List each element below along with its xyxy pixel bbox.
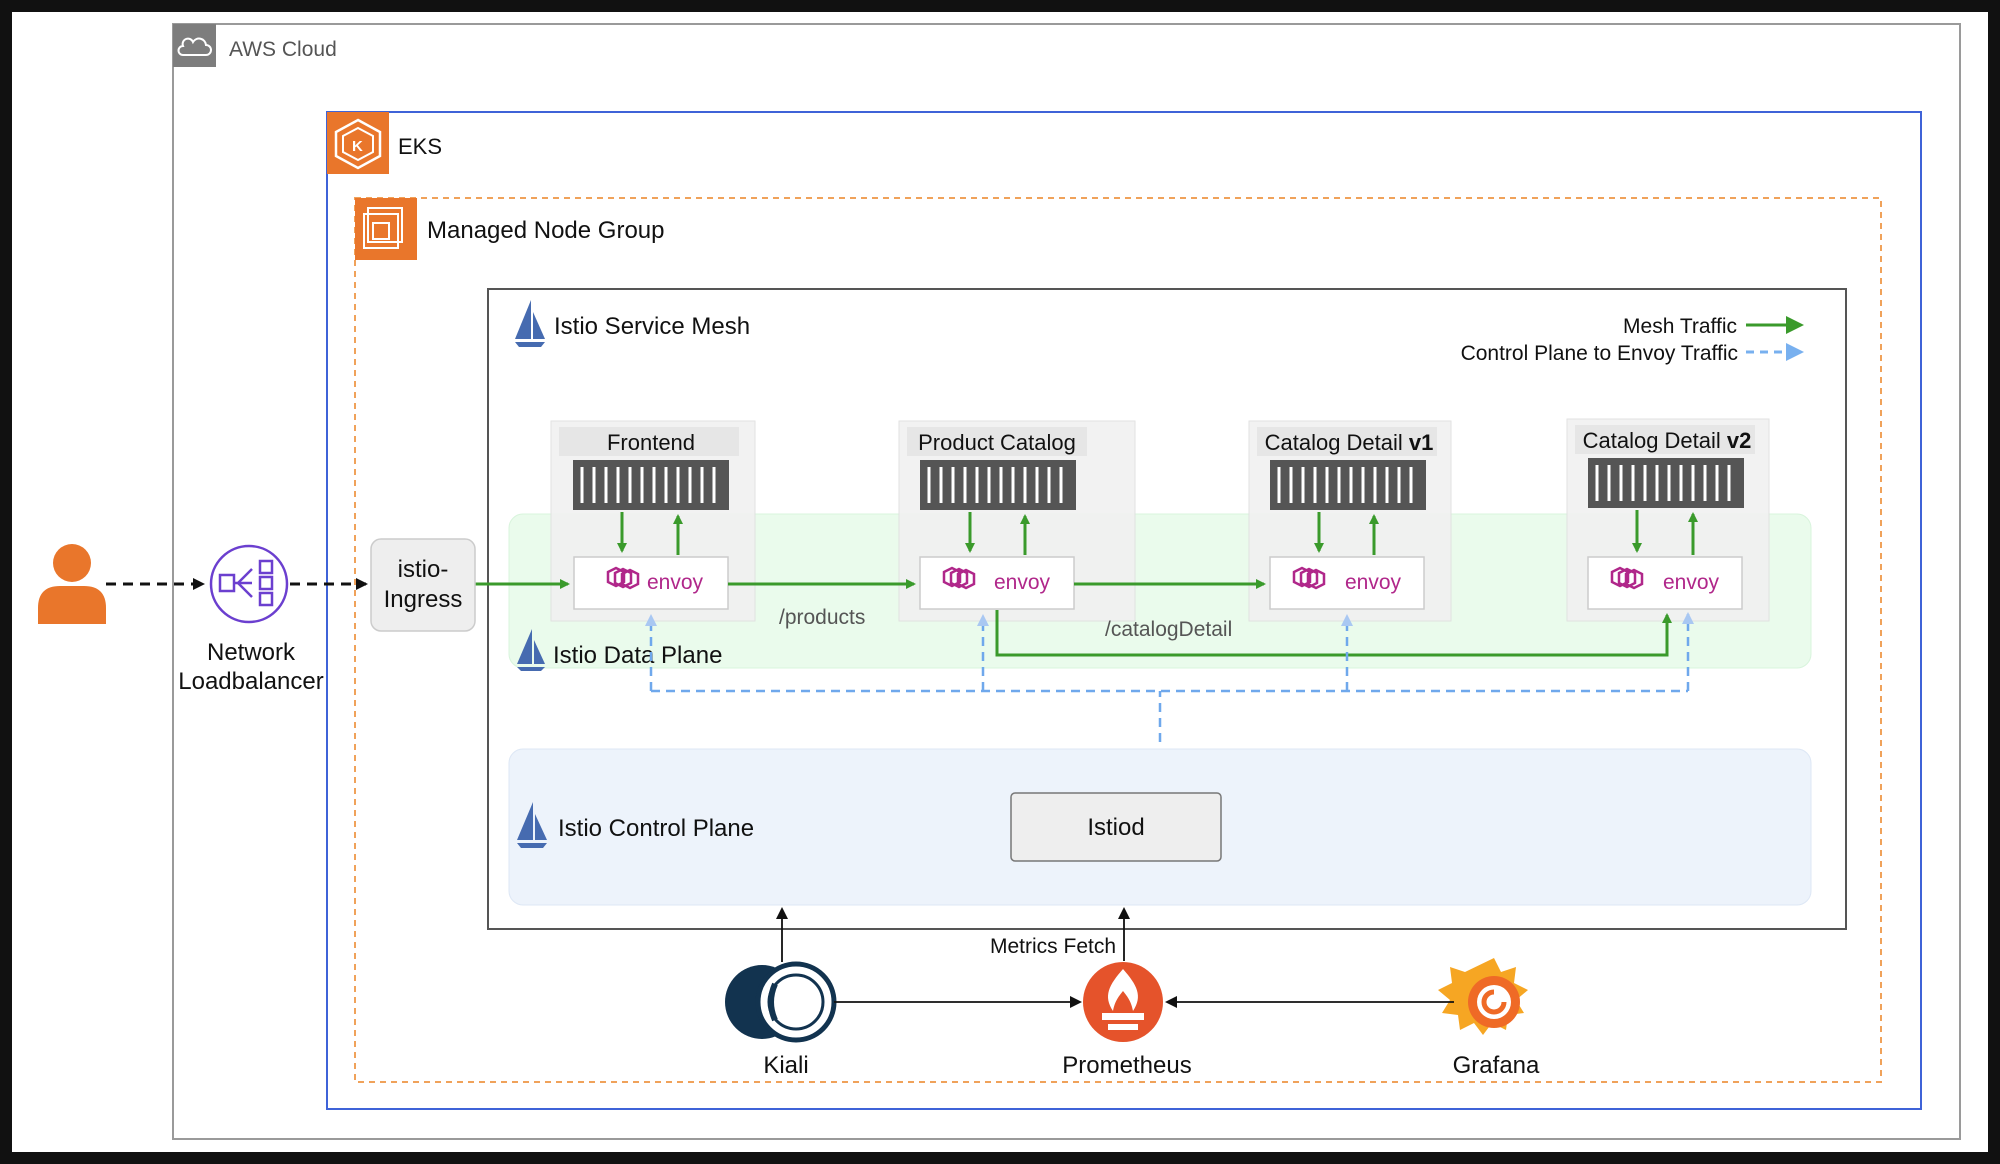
route-catalog-detail-label: /catalogDetail bbox=[1105, 618, 1232, 641]
svg-text:K: K bbox=[352, 138, 363, 155]
network-loadbalancer-icon bbox=[209, 544, 289, 624]
legend-control-traffic-label: Control Plane to Envoy Traffic bbox=[1461, 342, 1738, 365]
container-icon bbox=[1588, 458, 1744, 508]
node-group-icon bbox=[355, 198, 417, 260]
container-icon bbox=[573, 460, 729, 510]
eks-icon: K bbox=[327, 112, 389, 174]
envoy-label: envoy bbox=[1345, 571, 1402, 594]
eks-label: EKS bbox=[398, 134, 442, 159]
data-plane-label: Istio Data Plane bbox=[553, 642, 722, 669]
envoy-product-catalog: envoy bbox=[919, 556, 1075, 610]
istiod-label: Istiod bbox=[1087, 814, 1144, 841]
grafana-icon bbox=[1438, 958, 1528, 1035]
prometheus-label: Prometheus bbox=[1062, 1052, 1191, 1079]
prometheus: Prometheus bbox=[1062, 962, 1192, 1079]
grafana: Grafana bbox=[1438, 958, 1540, 1079]
istio-ingress: istio- Ingress bbox=[370, 538, 476, 632]
control-plane-region: Istio Control Plane Istiod bbox=[508, 748, 1812, 906]
aws-cloud-label: AWS Cloud bbox=[229, 38, 337, 61]
service-name-product-catalog: Product Catalog bbox=[918, 430, 1076, 455]
kiali-icon bbox=[725, 961, 837, 1043]
envoy-frontend: envoy bbox=[573, 556, 729, 610]
grafana-label: Grafana bbox=[1453, 1052, 1540, 1079]
cloud-icon bbox=[173, 24, 216, 67]
node-group-label: Managed Node Group bbox=[427, 217, 665, 244]
service-name-catalog-detail-v1: Catalog Detail v1 bbox=[1265, 430, 1434, 455]
user-icon bbox=[38, 544, 106, 624]
envoy-label: envoy bbox=[1663, 571, 1720, 594]
kiali-label: Kiali bbox=[763, 1052, 808, 1079]
ingress-label-line1: istio- bbox=[398, 556, 449, 583]
envoy-catalog-detail-v1: envoy bbox=[1269, 556, 1425, 610]
nlb-label-line1: Network bbox=[207, 639, 296, 666]
service-name-frontend: Frontend bbox=[607, 430, 695, 455]
legend-mesh-traffic-label: Mesh Traffic bbox=[1623, 315, 1737, 338]
control-plane-label: Istio Control Plane bbox=[558, 815, 754, 842]
prometheus-icon bbox=[1083, 962, 1163, 1042]
envoy-catalog-detail-v2: envoy bbox=[1587, 556, 1743, 610]
envoy-label: envoy bbox=[647, 571, 704, 594]
envoy-label: envoy bbox=[994, 571, 1051, 594]
container-icon bbox=[1270, 460, 1426, 510]
service-name-catalog-detail-v2: Catalog Detail v2 bbox=[1583, 428, 1752, 453]
kiali: Kiali bbox=[725, 961, 837, 1079]
ingress-label-line2: Ingress bbox=[384, 586, 463, 613]
architecture-diagram: AWS Cloud K EKS Managed Node Group Istio… bbox=[38, 23, 1961, 1140]
metrics-fetch-label: Metrics Fetch bbox=[990, 935, 1116, 958]
network-loadbalancer: Network Loadbalancer bbox=[178, 544, 324, 695]
service-mesh-label: Istio Service Mesh bbox=[554, 313, 750, 340]
route-products-label: /products bbox=[779, 606, 865, 629]
container-icon bbox=[920, 460, 1076, 510]
nlb-label-line2: Loadbalancer bbox=[178, 668, 323, 695]
